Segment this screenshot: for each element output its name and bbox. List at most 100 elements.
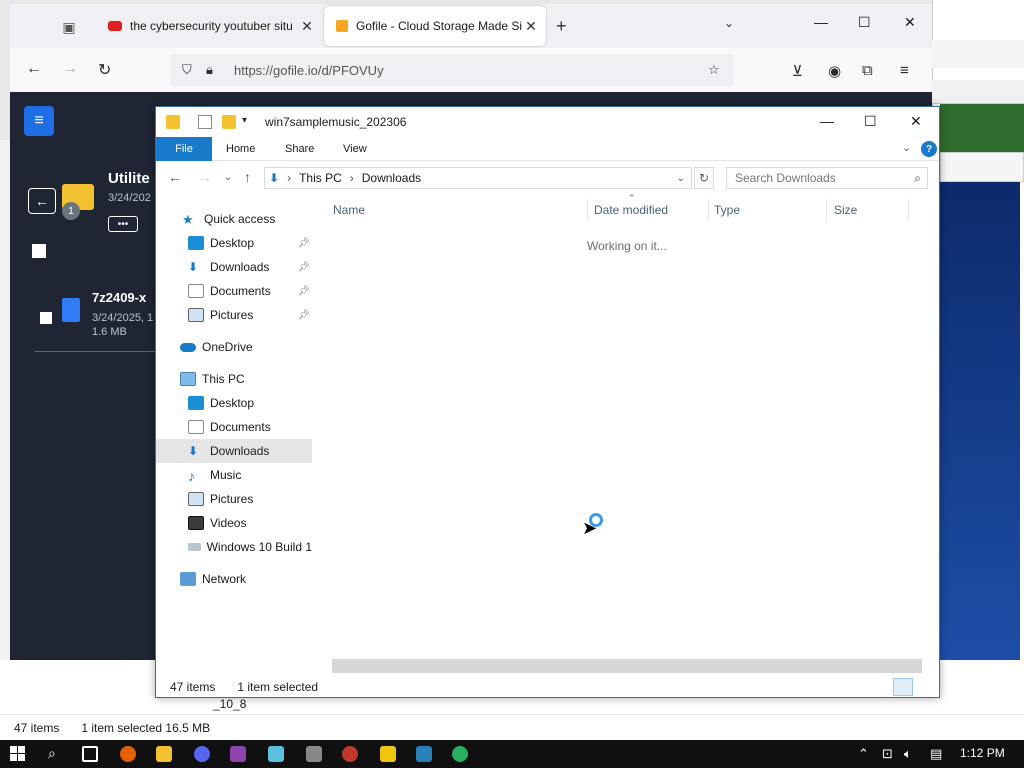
nav-item-documents[interactable]: Documents 📌︎ (156, 279, 312, 303)
more-options-button[interactable]: ••• (108, 216, 138, 232)
nav-item-pc-downloads[interactable]: ⬇ Downloads (156, 439, 312, 463)
nav-item-pictures[interactable]: Pictures 📌︎ (156, 303, 312, 327)
movie-maker-icon[interactable] (306, 746, 322, 762)
breadcrumb-separator-icon[interactable]: › (350, 171, 354, 185)
file-explorer-icon[interactable] (156, 746, 172, 762)
close-icon[interactable]: ✕ (522, 18, 540, 35)
pin-icon[interactable]: 📌︎ (297, 238, 310, 249)
file-row[interactable]: 7z2409-x 3/24/2025, 1 1.6 MB (34, 288, 160, 352)
shield-icon[interactable]: ⛉ (182, 62, 192, 78)
up-arrow-icon[interactable]: ↑ (244, 169, 251, 185)
refresh-icon[interactable]: ↻ (694, 167, 714, 189)
nav-item-videos[interactable]: Videos (156, 511, 312, 535)
horizontal-scrollbar[interactable] (332, 659, 922, 673)
search-icon[interactable]: ⌕ (914, 171, 921, 186)
back-arrow-icon[interactable]: ← (168, 169, 182, 185)
close-window-icon[interactable]: ✕ (904, 14, 916, 31)
task-view-icon[interactable] (82, 746, 98, 762)
new-tab-icon[interactable]: + (556, 16, 567, 37)
close-icon[interactable]: ✕ (298, 18, 316, 35)
url-text[interactable]: https://gofile.io/d/PFOVUy (234, 63, 384, 78)
nav-item-pc-documents[interactable]: Documents (156, 415, 312, 439)
column-name[interactable]: Name (333, 203, 365, 217)
url-bar[interactable]: ⛉ 🔒︎ https://gofile.io/d/PFOVUy ☆ (170, 54, 734, 86)
file-checkbox[interactable] (40, 312, 52, 324)
pin-icon[interactable]: 📌︎ (297, 262, 310, 273)
help-icon[interactable]: ? (921, 141, 937, 157)
chevron-down-icon[interactable]: ⌄ (677, 173, 685, 184)
visual-studio-icon[interactable] (230, 746, 246, 762)
nav-item-network[interactable]: Network (156, 567, 312, 591)
recent-locations-icon[interactable]: ⌄ (224, 172, 232, 183)
account-icon[interactable]: ◉ (828, 62, 841, 80)
nav-item-onedrive[interactable]: OneDrive (156, 335, 312, 359)
column-size[interactable]: Size (834, 203, 857, 217)
reload-icon[interactable]: ↻ (98, 60, 111, 80)
column-divider[interactable] (708, 199, 709, 221)
chevron-down-icon[interactable]: ⌄ (724, 16, 734, 30)
expand-ribbon-icon[interactable]: ⌄ (902, 141, 911, 154)
nav-item-desktop[interactable]: Desktop 📌︎ (156, 231, 312, 255)
minimize-icon[interactable]: — (814, 14, 828, 30)
chrome-icon[interactable] (452, 746, 468, 762)
tab-view[interactable]: View (343, 137, 367, 161)
nav-item-this-pc[interactable]: This PC (156, 367, 312, 391)
minimize-icon[interactable]: — (820, 113, 834, 129)
bookmark-star-icon[interactable]: ☆ (708, 62, 720, 78)
forward-arrow-icon[interactable]: → (198, 169, 212, 185)
search-icon[interactable]: ⌕ (48, 745, 64, 761)
nav-item-pc-pictures[interactable]: Pictures (156, 487, 312, 511)
quick-access-toolbar-dropdown-icon[interactable]: ▾ (242, 115, 247, 126)
close-window-icon[interactable]: ✕ (910, 113, 922, 130)
firefox-icon[interactable] (120, 746, 136, 762)
extensions-icon[interactable]: ⧉ (862, 62, 873, 79)
breadcrumb-separator-icon[interactable]: › (287, 171, 291, 185)
back-arrow-icon[interactable]: ← (26, 60, 42, 78)
tab-gofile[interactable]: Gofile - Cloud Storage Made Si ✕ (324, 6, 546, 46)
large-icons-view-icon[interactable] (916, 678, 936, 696)
tab-home[interactable]: Home (226, 137, 255, 161)
nav-item-downloads[interactable]: ⬇ Downloads 📌︎ (156, 255, 312, 279)
tab-file[interactable]: File (156, 137, 212, 161)
pocket-icon[interactable]: ⊻ (792, 62, 803, 80)
column-divider[interactable] (908, 199, 909, 221)
back-button[interactable]: ← (28, 188, 56, 214)
column-date-modified[interactable]: Date modified (594, 203, 668, 217)
select-all-checkbox[interactable] (32, 244, 46, 258)
browser-app-icon[interactable] (342, 746, 358, 762)
notifications-icon[interactable]: ▤ (930, 746, 942, 762)
nav-item-drive[interactable]: Windows 10 Build 1 (156, 535, 312, 559)
properties-icon[interactable] (198, 115, 212, 129)
pin-icon[interactable]: 📌︎ (297, 286, 310, 297)
tab-youtube[interactable]: the cybersecurity youtuber situ ✕ (96, 6, 322, 46)
powershell-icon[interactable] (416, 746, 432, 762)
tab-share[interactable]: Share (285, 137, 314, 161)
menu-icon[interactable]: ≡ (900, 62, 909, 79)
column-type[interactable]: Type (714, 203, 740, 217)
maximize-icon[interactable]: ☐ (858, 14, 871, 31)
notepad-icon[interactable] (268, 746, 284, 762)
column-divider[interactable] (826, 199, 827, 221)
lock-icon[interactable]: 🔒︎ (206, 62, 213, 78)
maximize-icon[interactable]: ☐ (864, 113, 877, 130)
nav-item-quick-access[interactable]: ★ Quick access (156, 207, 312, 231)
details-view-icon[interactable] (893, 678, 913, 696)
new-folder-icon[interactable] (222, 115, 236, 129)
search-input[interactable]: Search Downloads ⌕ (726, 167, 928, 189)
windows-start-icon[interactable] (10, 746, 26, 762)
breadcrumb-downloads[interactable]: Downloads (362, 171, 421, 185)
breadcrumb-this-pc[interactable]: This PC (299, 171, 342, 185)
nav-item-music[interactable]: ♪ Music (156, 463, 312, 487)
file-name[interactable]: 7z2409-x (92, 290, 146, 305)
clock[interactable]: 1:12 PM (960, 746, 1005, 760)
hamburger-menu-button[interactable]: ≡ (24, 106, 54, 136)
address-bar[interactable]: ⬇ › This PC › Downloads ⌄ (264, 167, 692, 189)
chevron-up-icon[interactable]: ⌃ (858, 746, 869, 762)
forward-arrow-icon[interactable]: → (62, 60, 78, 78)
discord-icon[interactable] (194, 746, 210, 762)
column-divider[interactable] (587, 199, 588, 221)
tab-list-icon[interactable]: ▣ (58, 16, 80, 38)
nav-item-pc-desktop[interactable]: Desktop (156, 391, 312, 415)
media-player-icon[interactable] (380, 746, 396, 762)
volume-icon[interactable]: 🔈︎ (904, 746, 912, 762)
